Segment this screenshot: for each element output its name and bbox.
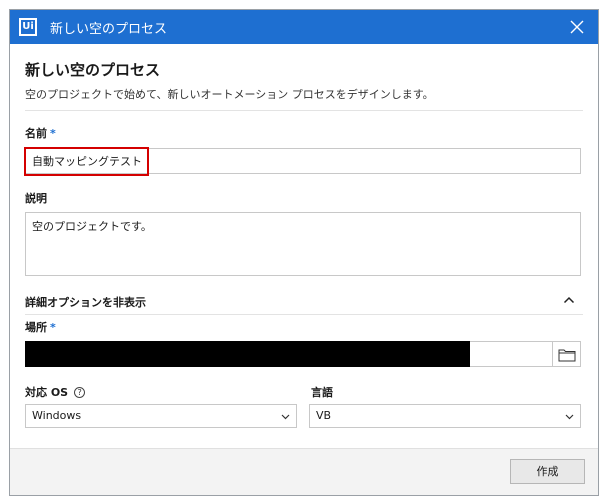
advanced-options-label: 詳細オプションを非表示 bbox=[25, 296, 146, 309]
name-input[interactable] bbox=[25, 148, 581, 174]
description-label: 説明 bbox=[25, 192, 47, 205]
redacted-path bbox=[25, 341, 470, 367]
language-select[interactable]: VB bbox=[309, 404, 581, 428]
chevron-down-icon bbox=[565, 414, 574, 420]
advanced-options-toggle[interactable]: 詳細オプションを非表示 bbox=[25, 290, 581, 314]
name-label: 名前 * bbox=[25, 127, 56, 140]
divider bbox=[25, 314, 583, 315]
dialog-footer: 作成 bbox=[10, 448, 598, 495]
help-icon[interactable]: ? bbox=[74, 387, 86, 398]
os-label: 対応 OS? bbox=[25, 384, 86, 400]
close-icon bbox=[570, 20, 584, 34]
create-button[interactable]: 作成 bbox=[510, 459, 585, 484]
location-label: 場所 * bbox=[25, 321, 56, 334]
divider bbox=[25, 110, 583, 111]
browse-folder-button[interactable] bbox=[553, 341, 581, 367]
dialog-subheading: 空のプロジェクトで始めて、新しいオートメーション プロセスをデザインします。 bbox=[25, 88, 434, 101]
chevron-up-icon bbox=[563, 296, 575, 304]
os-select[interactable]: Windows bbox=[25, 404, 297, 428]
window-title: 新しい空のプロセス bbox=[50, 22, 168, 37]
description-textarea[interactable]: 空のプロジェクトです。 bbox=[25, 212, 581, 276]
folder-icon bbox=[558, 349, 576, 362]
close-button[interactable] bbox=[566, 16, 588, 38]
language-label: 言語 bbox=[311, 386, 333, 399]
title-bar: Ui 新しい空のプロセス bbox=[10, 10, 598, 44]
os-selected-value: Windows bbox=[32, 409, 82, 422]
required-mark: * bbox=[50, 321, 56, 334]
language-selected-value: VB bbox=[316, 409, 332, 422]
required-mark: * bbox=[50, 127, 56, 140]
dialog-window: Ui 新しい空のプロセス 新しい空のプロセス 空のプロジェクトで始めて、新しいオ… bbox=[9, 9, 599, 496]
uipath-logo-icon: Ui bbox=[19, 18, 37, 36]
chevron-down-icon bbox=[281, 414, 290, 420]
dialog-heading: 新しい空のプロセス bbox=[25, 61, 161, 79]
